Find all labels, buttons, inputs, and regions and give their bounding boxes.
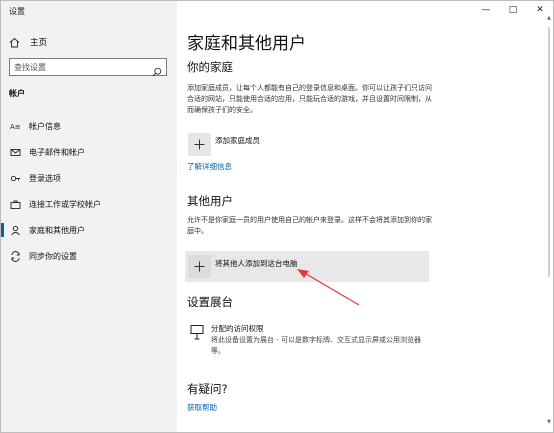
sidebar-item-email-accounts[interactable]: 电子邮件和帐户 [1, 139, 177, 165]
kiosk-heading: 设置展台 [187, 295, 233, 309]
home-label: 主页 [30, 38, 48, 48]
account-info-icon: A≡ [10, 121, 21, 132]
search-icon[interactable] [152, 62, 162, 77]
svg-text:A≡: A≡ [10, 123, 21, 131]
kiosk-description: 将此设备设置为展台 - 可以是数字标牌、交互式显示屏或公用浏览器等。 [211, 336, 421, 355]
main-content: 家庭和其他用户 你的家庭 添加家庭成员，让每个人都能有自己的登录信息和桌面。你可… [177, 1, 553, 432]
sidebar-item-label: 帐户信息 [29, 121, 61, 131]
key-icon [10, 173, 21, 184]
home-nav-item[interactable]: 主页 [9, 35, 47, 49]
mail-icon [10, 147, 21, 158]
sidebar-nav: A≡ 帐户信息 电子邮件和帐户 登录选项 连接工作或学校帐户 家庭和其他用户 同… [1, 113, 177, 269]
sidebar-item-label: 同步你的设置 [29, 251, 77, 261]
briefcase-icon [10, 199, 21, 210]
red-arrow-annotation [297, 269, 360, 306]
add-family-member-button[interactable] [188, 133, 211, 156]
help-heading: 有疑问? [187, 382, 228, 396]
plus-icon [194, 261, 205, 272]
sidebar-item-work-school[interactable]: 连接工作或学校帐户 [1, 191, 177, 217]
sidebar-item-sign-in-options[interactable]: 登录选项 [1, 165, 177, 191]
scroll-down-icon[interactable]: ▼ [547, 419, 551, 425]
person-icon [10, 225, 21, 236]
scrollbar-thumb[interactable] [548, 27, 550, 277]
sidebar-item-label: 连接工作或学校帐户 [29, 199, 101, 209]
scroll-up-icon[interactable]: ▲ [547, 15, 551, 21]
search-box[interactable] [9, 58, 167, 77]
page-title: 家庭和其他用户 [187, 34, 306, 54]
kiosk-icon [189, 324, 205, 340]
get-help-link[interactable]: 获取帮助 [187, 402, 217, 413]
sidebar-item-label: 电子邮件和帐户 [29, 147, 85, 157]
sidebar-item-sync-settings[interactable]: 同步你的设置 [1, 243, 177, 269]
other-users-heading: 其他用户 [187, 194, 233, 208]
window-title: 设置 [9, 7, 25, 16]
search-input[interactable] [10, 59, 150, 75]
sidebar-item-family-other-users[interactable]: 家庭和其他用户 [1, 217, 177, 243]
section-heading: 帐户 [9, 89, 25, 98]
add-other-user-label: 将其他人添加到这台电脑 [215, 259, 298, 268]
sidebar-item-label: 登录选项 [29, 173, 61, 183]
sidebar-item-label: 家庭和其他用户 [29, 225, 85, 235]
assigned-access-link[interactable]: 分配的访问权限 [211, 323, 264, 334]
sidebar-item-account-info[interactable]: A≡ 帐户信息 [1, 113, 177, 139]
family-heading: 你的家庭 [187, 60, 233, 74]
family-description: 添加家庭成员，让每个人都能有自己的登录信息和桌面。你可以让孩子们只访问合适的网站… [187, 84, 432, 114]
plus-icon [194, 139, 205, 150]
other-users-description: 允许不是你家庭一员的用户使用自己的帐户来登录。这样不会将其添加到你的家庭中。 [187, 216, 432, 235]
learn-more-link[interactable]: 了解详细信息 [187, 161, 232, 172]
sync-icon [10, 250, 21, 262]
add-family-member-label[interactable]: 添加家庭成员 [215, 135, 260, 146]
home-icon [9, 33, 20, 52]
plus-box [188, 255, 211, 278]
settings-window: 设置 主页 帐户 A≡ 帐户信息 [0, 0, 554, 433]
sidebar: 设置 主页 帐户 A≡ 帐户信息 [1, 1, 177, 432]
